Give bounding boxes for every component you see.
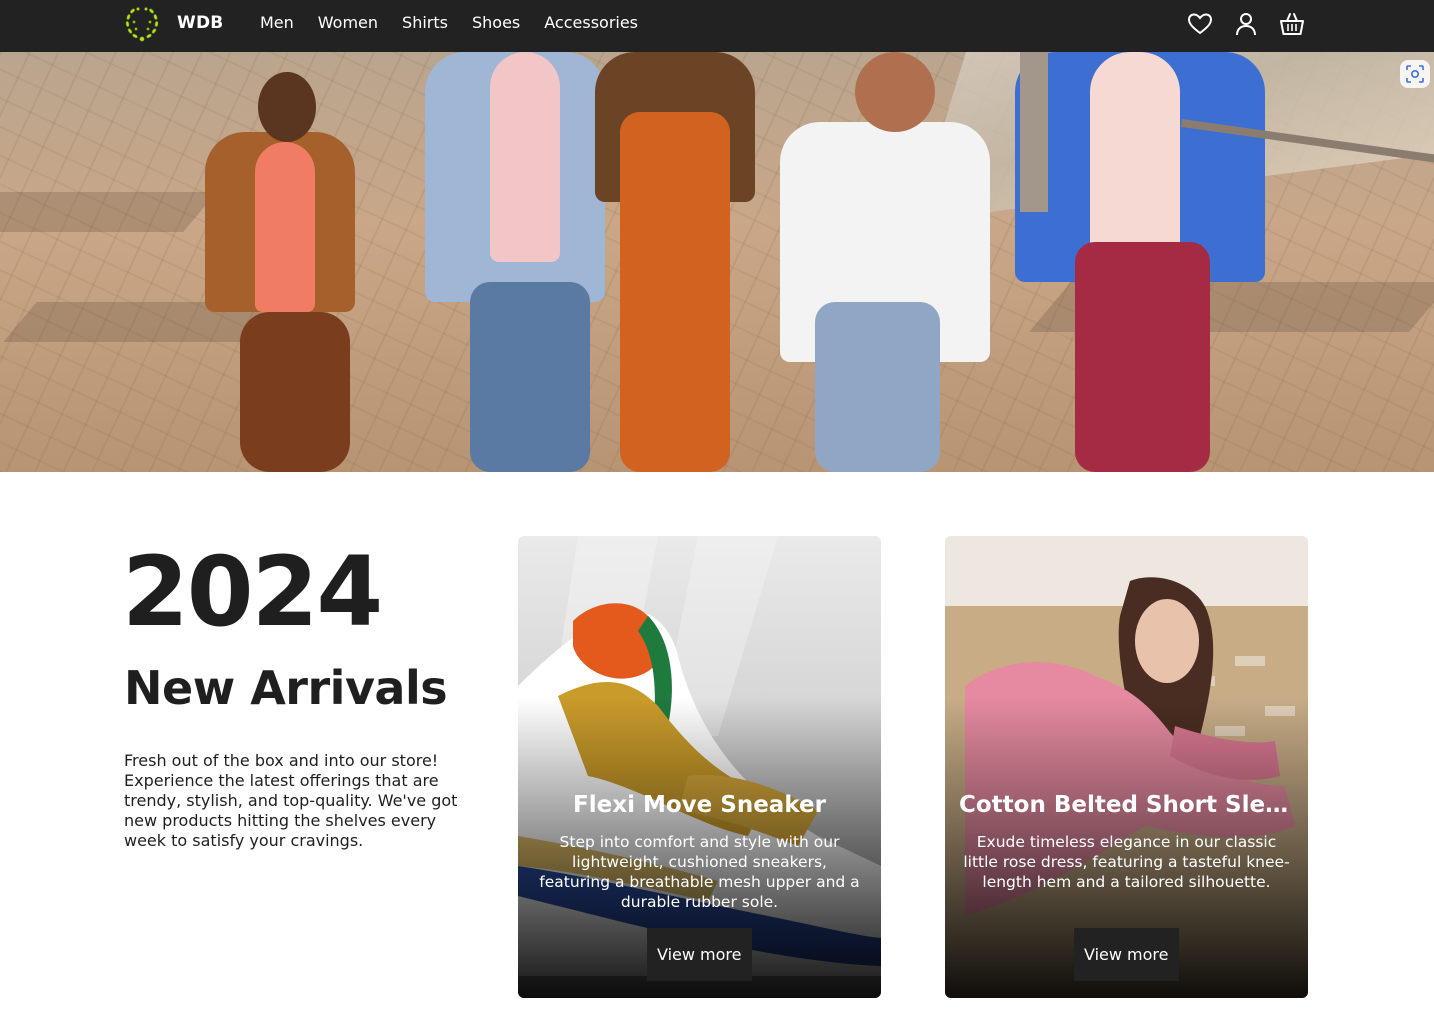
person-pink-tee bbox=[490, 52, 560, 262]
shadow bbox=[0, 192, 217, 232]
year-heading: 2024 bbox=[122, 536, 383, 648]
main-nav: Men Women Shirts Shoes Accessories bbox=[260, 13, 638, 32]
hero-image bbox=[0, 52, 1434, 472]
new-arrivals-heading: New Arrivals bbox=[124, 661, 448, 715]
nav-link-shoes[interactable]: Shoes bbox=[472, 13, 520, 32]
product-card-sneaker[interactable]: Flexi Move Sneaker Step into comfort and… bbox=[518, 536, 881, 998]
navbar: WDB Men Women Shirts Shoes Accessories bbox=[0, 0, 1434, 52]
person-light-jeans bbox=[815, 302, 940, 472]
person-red-trousers bbox=[1075, 242, 1210, 472]
person-jeans bbox=[470, 282, 590, 472]
nav-link-shirts[interactable]: Shirts bbox=[402, 13, 448, 32]
person-coral-shirt bbox=[255, 142, 315, 312]
heart-icon[interactable] bbox=[1186, 10, 1214, 38]
product-title: Cotton Belted Short Sleev... bbox=[959, 792, 1308, 818]
person-head bbox=[258, 72, 316, 142]
person-orange-jumpsuit bbox=[620, 112, 730, 472]
railing-post bbox=[1020, 52, 1048, 212]
visual-search-button[interactable] bbox=[1400, 60, 1430, 88]
nav-icons bbox=[1186, 10, 1306, 38]
view-more-button[interactable]: View more bbox=[647, 928, 752, 981]
brand-name[interactable]: WDB bbox=[177, 13, 223, 33]
nav-link-accessories[interactable]: Accessories bbox=[544, 13, 638, 32]
product-description: Step into comfort and style with our lig… bbox=[539, 833, 860, 911]
product-description: Exude timeless elegance in our classic l… bbox=[963, 833, 1290, 891]
product-title: Flexi Move Sneaker bbox=[573, 792, 826, 818]
user-icon[interactable] bbox=[1232, 10, 1260, 38]
nav-link-women[interactable]: Women bbox=[318, 13, 378, 32]
visual-search-icon bbox=[1406, 65, 1424, 83]
nav-link-men[interactable]: Men bbox=[260, 13, 294, 32]
person-legs bbox=[240, 312, 350, 472]
view-more-button[interactable]: View more bbox=[1074, 928, 1179, 981]
person-cream-top bbox=[1090, 52, 1180, 252]
product-card-dress[interactable]: Cotton Belted Short Sleev... Exude timel… bbox=[945, 536, 1308, 998]
person-head bbox=[855, 52, 935, 132]
intro-description: Fresh out of the box and into our store!… bbox=[124, 751, 458, 850]
basket-icon[interactable] bbox=[1278, 10, 1306, 38]
laurel-wreath-icon[interactable] bbox=[122, 5, 162, 45]
